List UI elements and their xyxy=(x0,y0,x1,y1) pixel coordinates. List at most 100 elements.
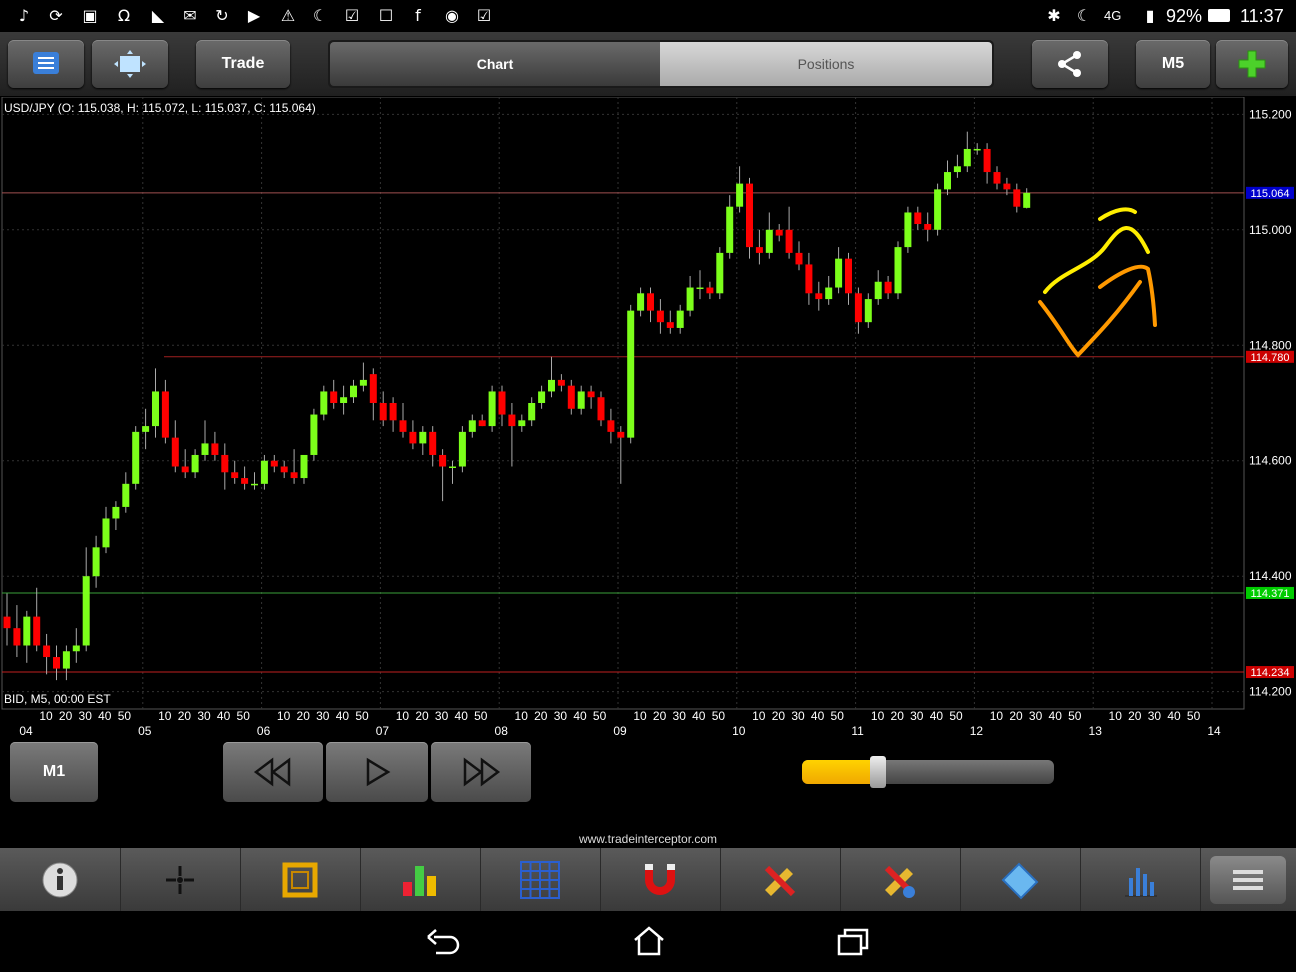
frame-icon xyxy=(282,862,318,897)
info-icon xyxy=(42,862,78,897)
candle-body xyxy=(963,148,971,167)
candle-body xyxy=(419,431,427,444)
speed-slider[interactable] xyxy=(802,756,1054,788)
warning-icon: ⚠ xyxy=(280,6,296,25)
candle-body xyxy=(736,183,744,207)
candle-body xyxy=(934,189,942,230)
candle-body xyxy=(617,431,625,438)
analysis-button[interactable] xyxy=(1080,848,1201,911)
draw-tools-button[interactable] xyxy=(720,848,841,911)
candle-body xyxy=(864,299,872,323)
candle-body xyxy=(597,397,605,421)
minute-tick-label: 50 xyxy=(593,709,607,723)
candle-body xyxy=(221,454,229,473)
back-icon[interactable] xyxy=(426,927,460,957)
level-price-label: 114.234 xyxy=(1251,667,1290,679)
share-button[interactable] xyxy=(1032,40,1108,88)
candle-body xyxy=(72,645,80,652)
candle-body xyxy=(439,454,447,467)
candle-body xyxy=(23,616,31,646)
minute-tick-label: 10 xyxy=(752,709,766,723)
price-tick-label: 115.200 xyxy=(1249,107,1292,121)
crosshair-button[interactable] xyxy=(120,848,241,911)
minute-tick-label: 40 xyxy=(811,709,825,723)
grid-button[interactable] xyxy=(480,848,601,911)
candle-body xyxy=(656,310,664,323)
minute-tick-label: 10 xyxy=(871,709,885,723)
candle-body xyxy=(825,287,833,300)
rewind-button[interactable] xyxy=(223,742,323,802)
candle-body xyxy=(449,466,456,469)
candle-body xyxy=(904,212,912,248)
candle-body xyxy=(379,403,387,421)
minute-tick-label: 10 xyxy=(633,709,647,723)
recent-apps-icon[interactable] xyxy=(836,927,870,957)
candle-body xyxy=(627,310,635,438)
more-menu-button[interactable] xyxy=(1206,848,1290,911)
speed-slider-thumb[interactable] xyxy=(869,756,886,788)
candle-body xyxy=(815,293,823,300)
candle-body xyxy=(260,460,268,484)
tab-chart[interactable]: Chart xyxy=(330,42,660,86)
minute-tick-label: 30 xyxy=(197,709,211,723)
frame-button[interactable] xyxy=(240,848,361,911)
candle-body xyxy=(854,293,862,323)
candle-body xyxy=(429,431,437,455)
candle-body xyxy=(647,293,654,311)
candle-body xyxy=(1013,189,1021,207)
tab-positions[interactable]: Positions xyxy=(660,42,992,86)
candle-body xyxy=(251,483,258,486)
screen-rotate-icon: ⟳ xyxy=(49,6,63,25)
minute-tick-label: 10 xyxy=(990,709,1004,723)
candle-body xyxy=(181,466,189,473)
candle-body xyxy=(320,391,328,415)
candle-body xyxy=(983,148,991,173)
plus-icon xyxy=(1238,50,1266,78)
minute-tick-label: 10 xyxy=(515,709,529,723)
candle-body xyxy=(211,443,219,455)
fast-forward-icon xyxy=(463,757,501,787)
candle-body xyxy=(637,293,645,311)
magnet-button[interactable] xyxy=(600,848,721,911)
hour-tick-label: 07 xyxy=(376,724,390,738)
candle-body xyxy=(241,478,249,484)
timeframe-button[interactable]: M5 xyxy=(1136,40,1210,88)
minute-tick-label: 20 xyxy=(1128,709,1142,723)
minute-tick-label: 50 xyxy=(949,709,963,723)
chart-panel[interactable]: 115.064 114.780 114.371 114.234 04 10 20 30 40 5… xyxy=(0,97,1296,740)
minute-tick-label: 10 xyxy=(158,709,172,723)
minute-tick-label: 50 xyxy=(355,709,369,723)
indicators-button[interactable] xyxy=(360,848,481,911)
menu-button[interactable] xyxy=(8,40,84,88)
fit-screen-button[interactable] xyxy=(92,40,168,88)
home-icon[interactable] xyxy=(632,925,666,957)
trade-button[interactable]: Trade xyxy=(196,40,290,88)
minute-tick-label: 50 xyxy=(474,709,488,723)
hour-tick-label: 10 xyxy=(732,724,746,738)
candle-body xyxy=(716,252,724,294)
m1-button[interactable]: M1 xyxy=(10,742,98,802)
minute-tick-label: 20 xyxy=(178,709,192,723)
candle-body xyxy=(706,287,714,294)
candle-body xyxy=(478,420,486,427)
info-button[interactable] xyxy=(0,848,121,911)
moon-icon: ☾ xyxy=(312,6,328,25)
minute-tick-label: 20 xyxy=(297,709,311,723)
candle-body xyxy=(340,397,348,403)
minute-tick-label: 20 xyxy=(534,709,548,723)
add-button[interactable] xyxy=(1216,40,1288,88)
candle-body xyxy=(458,431,466,467)
minute-tick-label: 40 xyxy=(336,709,350,723)
fast-forward-button[interactable] xyxy=(431,742,531,802)
candle-body xyxy=(300,454,308,479)
minute-tick-label: 30 xyxy=(1029,709,1043,723)
eraser-button[interactable] xyxy=(960,848,1081,911)
hour-tick-label: 06 xyxy=(257,724,271,738)
clock: 11:37 xyxy=(1240,6,1284,26)
candlestick-chart[interactable]: 115.064 114.780 114.371 114.234 04 10 20 30 40 5… xyxy=(0,97,1296,740)
play-button[interactable] xyxy=(326,742,428,802)
candle-body xyxy=(874,281,882,300)
draw-info-button[interactable] xyxy=(840,848,961,911)
minute-tick-label: 30 xyxy=(910,709,924,723)
minute-tick-label: 10 xyxy=(1109,709,1123,723)
